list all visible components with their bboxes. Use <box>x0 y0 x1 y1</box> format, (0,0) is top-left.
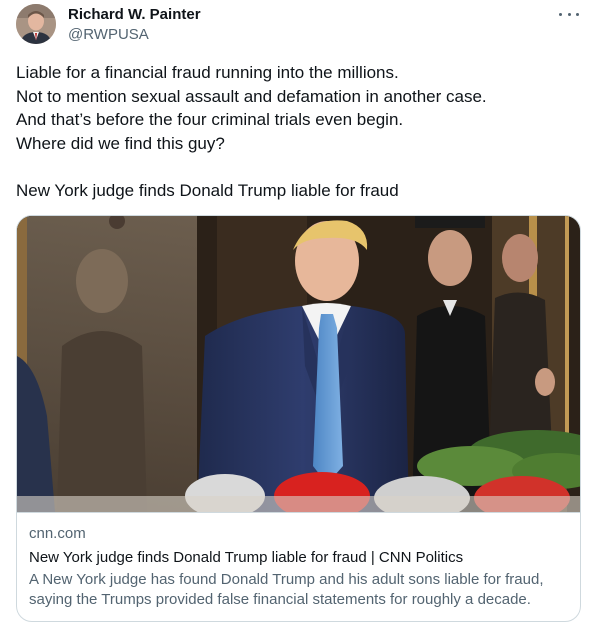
card-image[interactable] <box>17 216 580 513</box>
card-title[interactable]: New York judge finds Donald Trump liable… <box>29 548 569 568</box>
more-dot <box>559 12 562 16</box>
tweet: Richard W. Painter @RWPUSA Liable for a … <box>0 0 593 628</box>
tweet-line: Not to mention sexual assault and defama… <box>16 86 487 106</box>
tweet-line: Liable for a financial fraud running int… <box>16 63 399 82</box>
author-handle[interactable]: @RWPUSA <box>68 25 201 45</box>
more-dot <box>576 12 579 16</box>
tweet-line: And that’s before the four criminal tria… <box>16 110 404 129</box>
card-meta: cnn.com New York judge finds Donald Trum… <box>29 524 569 610</box>
tweet-line: Where did we find this guy? <box>16 133 225 153</box>
author-name[interactable]: Richard W. Painter <box>68 5 201 25</box>
author-block: Richard W. Painter @RWPUSA <box>68 5 201 45</box>
more-horizontal-icon[interactable] <box>559 6 579 22</box>
tweet-text: Liable for a financial fraud running int… <box>16 61 581 202</box>
more-dot <box>567 12 571 16</box>
link-card[interactable]: cnn.com New York judge finds Donald Trum… <box>16 215 581 622</box>
avatar[interactable] <box>16 4 56 44</box>
card-description: A New York judge has found Donald Trump … <box>29 571 544 608</box>
card-domain: cnn.com <box>29 525 86 542</box>
tweet-headline: New York judge finds Donald Trump liable… <box>16 180 399 200</box>
